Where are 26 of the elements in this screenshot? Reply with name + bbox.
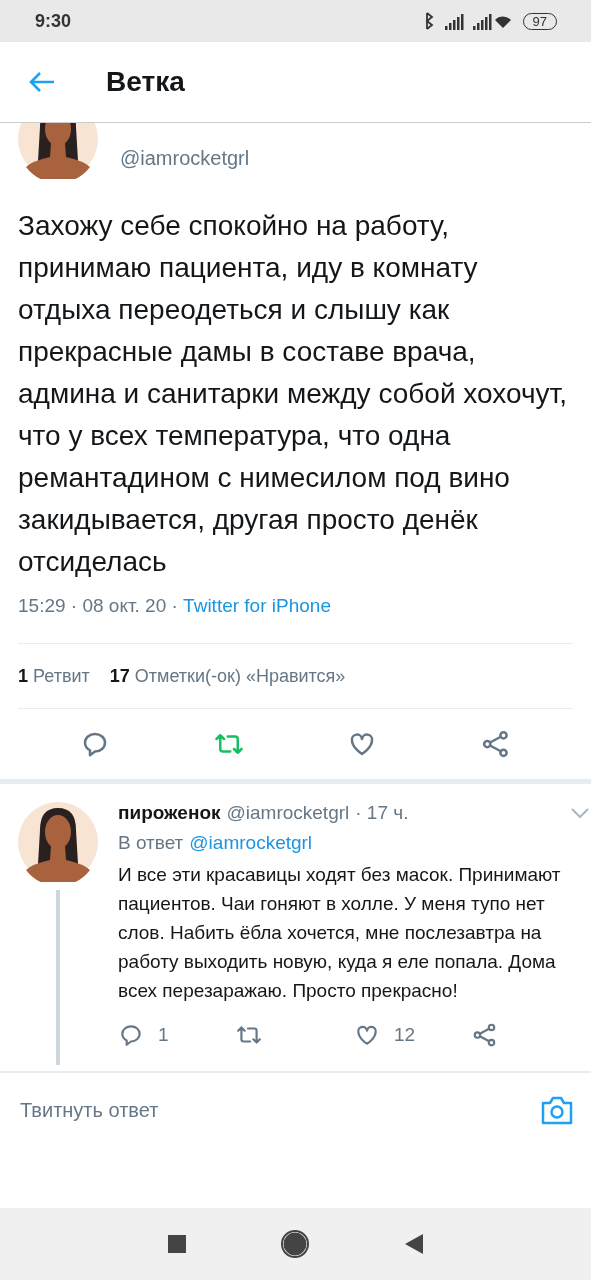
reply-label: В ответ bbox=[118, 832, 184, 854]
reply-text: И все эти красавицы ходят без масок. Принимают пациентов. Чаи гоняют в холле. У меня тупо нет слов. Набить ёбла хочется, мне послезавтра на работу выходить новую, куда я еле попала. Дома всех перезаражаю. Просто прекрасно! bbox=[118, 863, 562, 1003]
user-handle: @iamrocketgrl bbox=[120, 146, 250, 170]
tweet-text: Захожу себе спокойно на работу, принимаю пациента, иду в комнату отдыха переодеться и слышу как прекрасные дамы в составе врача, админа и санитарки между собой хохочут, что у всех температура, что одна ремантадином с нимесилом под вино закидывается, другая просто денёк отсиделась bbox=[18, 209, 568, 579]
status-time: 9:30 bbox=[35, 10, 72, 32]
back-button[interactable] bbox=[28, 70, 56, 94]
share-icon bbox=[472, 1022, 498, 1048]
post-time: · 17 ч. bbox=[355, 802, 409, 824]
camera-icon[interactable] bbox=[541, 1095, 573, 1125]
stat-count[interactable]: 17 Отметки(-ок) «Нравится» bbox=[109, 665, 346, 687]
back-triangle-icon[interactable] bbox=[405, 1234, 424, 1254]
stop-icon[interactable] bbox=[167, 1235, 186, 1253]
mention-link[interactable]: @iamrocketgrl bbox=[189, 832, 313, 854]
share-button[interactable] bbox=[472, 1022, 498, 1048]
reply-button[interactable]: 1 bbox=[118, 1022, 169, 1048]
home-icon[interactable] bbox=[281, 1230, 310, 1258]
user-handle: @iamrocketgrl bbox=[226, 802, 350, 824]
tweet-date: 15:29 · 08 окт. 20 · bbox=[18, 595, 179, 617]
like-button[interactable]: 12 bbox=[354, 1022, 416, 1048]
author-name: пироженок bbox=[118, 802, 221, 824]
avatar-icon bbox=[18, 802, 98, 882]
speech-bubble-icon bbox=[118, 1022, 144, 1048]
stat-count[interactable]: 1 Ретвит bbox=[18, 665, 90, 687]
avatar-icon bbox=[18, 123, 98, 179]
source-link[interactable]: Twitter for iPhone bbox=[183, 595, 331, 617]
page-title: Ветка bbox=[106, 66, 185, 98]
